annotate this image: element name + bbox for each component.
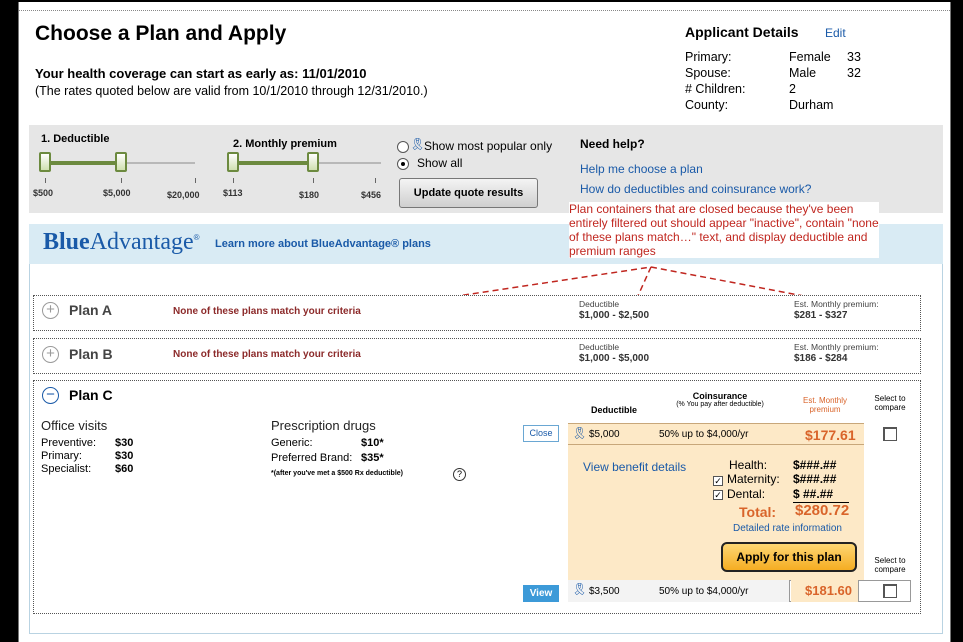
compare-checkbox[interactable] [883, 427, 897, 441]
addon-label: Maternity: [727, 472, 780, 486]
option-premium: $181.60 [805, 583, 852, 598]
option-deductible: $3,500 [589, 586, 620, 597]
premium-range: $281 - $327 [794, 310, 848, 321]
option-coinsurance: 50% up to $4,000/yr [659, 429, 749, 440]
plan-b-container[interactable] [33, 338, 921, 374]
benefit-value: $30 [115, 450, 134, 462]
addon-value: $###.## [793, 458, 837, 472]
addon-value: $ ##.## [793, 487, 834, 501]
coinsurance-header: Coinsurance (% You pay after deductible) [676, 391, 764, 408]
view-button[interactable]: View [523, 585, 559, 602]
addon-label: Health: [729, 458, 768, 472]
benefit-value: $35* [361, 452, 384, 464]
apply-button[interactable]: Apply for this plan [721, 542, 857, 572]
plus-icon[interactable]: + [42, 346, 59, 363]
deductible-header: Deductible [590, 405, 637, 415]
premium-label: Est. Monthly premium: [794, 299, 879, 309]
benefit-value: $60 [115, 463, 134, 475]
ribbon-icon: 🎗 [572, 582, 588, 596]
select-compare-header: Select to compare [874, 394, 906, 412]
deductible-range: $1,000 - $2,500 [579, 310, 650, 321]
select-compare-header: Select to compare [874, 556, 906, 574]
plan-name: Plan A [69, 302, 113, 318]
benefit-label: Specialist: [41, 463, 92, 475]
deductible-label: Deductible [579, 342, 620, 352]
benefit-label: Primary: [41, 450, 82, 462]
premium-range: $186 - $284 [794, 353, 848, 364]
no-match-text: None of these plans match your criteria [173, 349, 361, 360]
dental-checkbox[interactable]: ✓ [713, 490, 723, 500]
benefit-label: Generic: [271, 437, 313, 449]
ribbon-icon: 🎗 [572, 426, 588, 440]
maternity-checkbox[interactable]: ✓ [713, 476, 723, 486]
rx-footnote: *(after you've met a $500 Rx deductible) [271, 470, 403, 477]
prescription-title: Prescription drugs [271, 418, 376, 433]
addon-value: $###.## [793, 472, 837, 486]
page: Choose a Plan and Apply Your health cove… [18, 2, 951, 642]
help-icon[interactable]: ? [453, 468, 466, 481]
benefit-label: Preventive: [41, 437, 97, 449]
minus-icon[interactable]: − [42, 387, 59, 404]
benefit-value: $10* [361, 437, 384, 449]
option-coinsurance: 50% up to $4,000/yr [659, 586, 749, 597]
plan-name: Plan B [69, 346, 113, 362]
deductible-range: $1,000 - $5,000 [579, 353, 650, 364]
premium-label: Est. Monthly premium: [794, 342, 879, 352]
addon-label: Dental: [727, 487, 766, 501]
total-label: Total: [739, 504, 777, 520]
compare-checkbox[interactable] [883, 584, 897, 598]
premium-header: Est. Monthly premium [802, 396, 847, 414]
view-benefit-link[interactable]: View benefit details [583, 460, 686, 474]
close-button[interactable]: Close [523, 425, 559, 442]
option-deductible: $5,000 [589, 429, 620, 440]
plan-a-container[interactable] [33, 295, 921, 331]
deductible-label: Deductible [579, 299, 620, 309]
option-premium: $177.61 [805, 427, 856, 443]
benefit-label: Preferred Brand: [271, 452, 353, 464]
plus-icon[interactable]: + [42, 302, 59, 319]
benefit-value: $30 [115, 437, 134, 449]
detailed-rate-link[interactable]: Detailed rate information [733, 523, 842, 534]
office-visits-title: Office visits [41, 418, 108, 433]
no-match-text: None of these plans match your criteria [173, 306, 361, 317]
plan-name: Plan C [69, 387, 113, 403]
total-value: $280.72 [795, 502, 850, 519]
